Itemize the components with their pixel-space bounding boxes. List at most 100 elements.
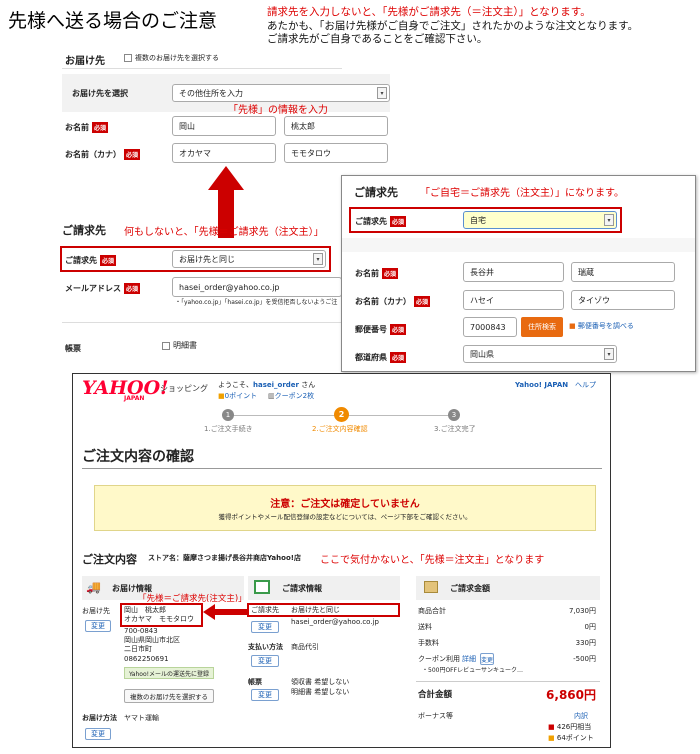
name-last-input[interactable]: 岡山 [172, 116, 276, 136]
chevron-down-icon: ▾ [604, 348, 614, 360]
divider [62, 322, 342, 323]
multi-delivery-checkbox[interactable]: 複数のお届け先を選択する [124, 54, 219, 63]
zip-lookup-link[interactable]: ■ 郵便番号を調べる [569, 322, 634, 331]
kana-first-input[interactable]: モモタロウ [284, 143, 388, 163]
receipt-checkbox[interactable]: 明細書 [162, 341, 197, 350]
step-3-icon: 3 [448, 409, 460, 421]
panel-kana-label: お名前（カナ） 必須 [355, 296, 431, 307]
panel-select[interactable]: 自宅 ▾ [463, 211, 617, 229]
coupon-change-button[interactable]: 変更 [480, 653, 494, 665]
step-2-icon: 2 [334, 407, 349, 422]
email-input[interactable]: hasei_order@yahoo.co.jp [172, 277, 342, 297]
points-link[interactable]: ■0ポイント [218, 392, 257, 401]
billing-select-value: お届け先と同じ [179, 254, 235, 264]
billing-note: 何もしないと、「先様＝ご請求先（注文主）」 [124, 227, 324, 238]
confirm-title: ご注文内容の確認 [82, 449, 194, 465]
delivery-select-label: お届け先を選択 [72, 89, 128, 98]
required-badge: 必須 [92, 122, 109, 133]
store-name: ストア名：薩摩さつま揚げ長谷井商店Yahoo!店 [148, 554, 301, 562]
coupon-detail-link[interactable]: 詳細 [462, 655, 476, 664]
yahoo-logo-sub: JAPAN [124, 395, 145, 402]
pay-change-button[interactable]: 変更 [251, 655, 279, 667]
panel-zip-input[interactable]: 7000843 [463, 317, 517, 337]
method-change-button[interactable]: 変更 [85, 728, 111, 740]
divider [416, 681, 600, 682]
top-note: 請求先を入力しないと、「先様がご請求先（＝注文主）」となります。 あたかも、「お… [267, 6, 638, 47]
total-value: 6,860円 [546, 688, 596, 702]
point-icon: ■ [548, 734, 555, 742]
panel-pref-label: 都道府県 必須 [355, 352, 407, 363]
step-1-icon: 1 [222, 409, 234, 421]
panel-name-label: お名前 必須 [355, 268, 399, 279]
required-badge: 必須 [390, 324, 407, 335]
to-kana: オカヤマ モモタロウ [124, 615, 194, 623]
receipt-change-button[interactable]: 変更 [251, 689, 279, 701]
required-badge: 必須 [382, 268, 399, 279]
email-note: ・「yahoo.co.jp」「hasei.co.jp」を受信拒否しないようご注 [175, 299, 338, 306]
page-title: 先様へ送る場合のご注意 [8, 10, 218, 32]
email-label: メールアドレス 必須 [65, 283, 141, 294]
step-3-label: 3.ご注文完了 [434, 425, 476, 433]
input-note: 「先様」の情報を入力 [228, 105, 328, 116]
multi-checkbox-label: 複数のお届け先を選択する [135, 54, 219, 62]
help-link[interactable]: ヘルプ [575, 381, 596, 390]
panel-name-last[interactable]: 長谷井 [463, 262, 564, 282]
divider [82, 468, 602, 469]
pay-label: 支払い方法 [248, 643, 283, 651]
amount-label-2: 送料 [418, 623, 432, 631]
to-zip: 700-0843 [124, 627, 158, 635]
zip-search-button[interactable]: 住所検索 [521, 317, 563, 337]
panel-pref-select[interactable]: 岡山県 ▾ [463, 345, 617, 363]
panel-name-first[interactable]: 瑞蔵 [571, 262, 675, 282]
total-label: 合計金額 [418, 690, 453, 700]
wallet-icon [424, 581, 438, 593]
panel-pref-value: 岡山県 [470, 349, 494, 359]
billing-label: ご請求先 [251, 606, 279, 614]
delivery-change-button[interactable]: 変更 [85, 620, 111, 632]
to-addr1: 岡山県岡山市北区 [124, 636, 180, 644]
warning-title: 注意：ご注文は確定していません [270, 499, 420, 510]
billing-info-heading: ご請求情報 [282, 584, 322, 593]
panel-kana-last[interactable]: ハセイ [463, 290, 564, 310]
kana-last-input[interactable]: オカヤマ [172, 143, 276, 163]
coupons-link[interactable]: ▥クーポン2枚 [268, 392, 314, 401]
billing-select[interactable]: お届け先と同じ ▾ [172, 250, 326, 268]
coupon-note: ・500円OFFレビューサンキューク… [422, 667, 523, 674]
checkbox-icon[interactable] [124, 54, 132, 62]
billing-email: hasei_order@yahoo.co.jp [291, 618, 379, 626]
required-badge: 必須 [390, 216, 407, 227]
billing-change-button[interactable]: 変更 [251, 621, 279, 633]
content-note: ここで気付かないと、「先様＝注文主」となります [320, 555, 545, 566]
checkbox-icon[interactable] [162, 341, 170, 350]
step-1-label: 1.ご注文手続き [204, 425, 253, 433]
content-title: ご注文内容 [82, 553, 137, 566]
bonus-breakdown-link[interactable]: 内訳 [574, 712, 588, 721]
amount-value-3: 330円 [575, 639, 596, 647]
truck-icon: 🚚 [86, 580, 101, 594]
panel-zip-label: 郵便番号 必須 [355, 324, 407, 335]
point-icon: ■ [218, 392, 225, 400]
bonus-2: ■ 64ポイント [548, 734, 594, 742]
billing-header [248, 576, 400, 600]
receipt2: 明細書 希望しない [291, 688, 350, 696]
name-label: お名前 必須 [65, 122, 109, 133]
receipt1: 領収書 希望しない [291, 678, 350, 686]
multi-delivery-button[interactable]: 複数のお届け先を選択する [124, 689, 214, 703]
note-line-2: あたかも、「お届け先様がご自身でご注文」されたかのような注文となります。 [267, 19, 639, 32]
delivery-select[interactable]: その他住所を入力 ▾ [172, 84, 390, 102]
coupon-icon: ▥ [268, 392, 275, 400]
to-addr2: 二日市町 [124, 645, 152, 653]
name-first-input[interactable]: 桃太郎 [284, 116, 388, 136]
panel-kana-first[interactable]: タイゾウ [571, 290, 675, 310]
user-link[interactable]: hasei_order [253, 381, 299, 389]
chevron-down-icon: ▾ [313, 253, 323, 265]
register-mail-button[interactable]: Yahoo!メールの運送先に登録 [124, 667, 214, 679]
yahoo-top-link[interactable]: Yahoo! JAPAN [515, 381, 568, 390]
delivery-heading: お届け先 [65, 56, 105, 67]
amount-label-1: 商品合計 [418, 607, 446, 615]
panel-select-label: ご請求先 必須 [355, 216, 407, 227]
to-tel: 0862250691 [124, 655, 169, 663]
method-value: ヤマト運輸 [124, 714, 159, 722]
amount-header [416, 576, 600, 600]
square-icon: ■ [569, 322, 576, 330]
